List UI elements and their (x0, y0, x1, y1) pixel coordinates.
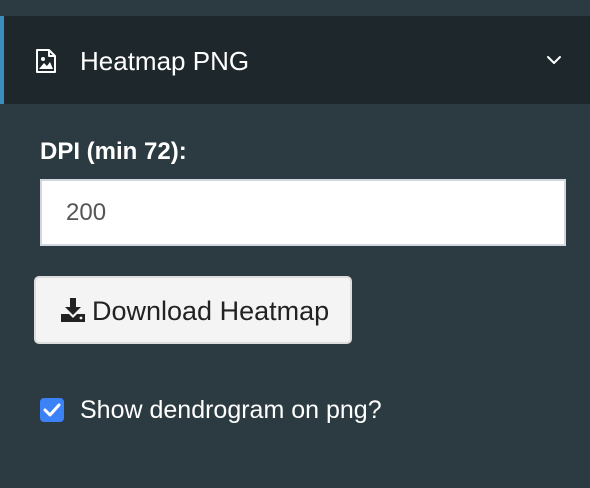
heatmap-png-panel-header[interactable]: Heatmap PNG (0, 16, 590, 104)
download-heatmap-button[interactable]: Download Heatmap (34, 276, 352, 344)
panel-body: DPI (min 72): Download Heatmap Show dend… (0, 104, 590, 488)
show-dendrogram-label: Show dendrogram on png? (80, 396, 382, 424)
dpi-label: DPI (min 72): (40, 138, 187, 165)
image-icon (34, 49, 58, 73)
chevron-down-icon[interactable] (544, 50, 564, 70)
download-button-label: Download Heatmap (92, 296, 330, 326)
top-strip (0, 0, 590, 16)
panel-title: Heatmap PNG (80, 46, 250, 76)
show-dendrogram-checkbox[interactable] (40, 398, 64, 422)
download-icon (60, 297, 86, 323)
show-dendrogram-option[interactable]: Show dendrogram on png? (40, 394, 440, 426)
dpi-input[interactable] (40, 179, 566, 246)
